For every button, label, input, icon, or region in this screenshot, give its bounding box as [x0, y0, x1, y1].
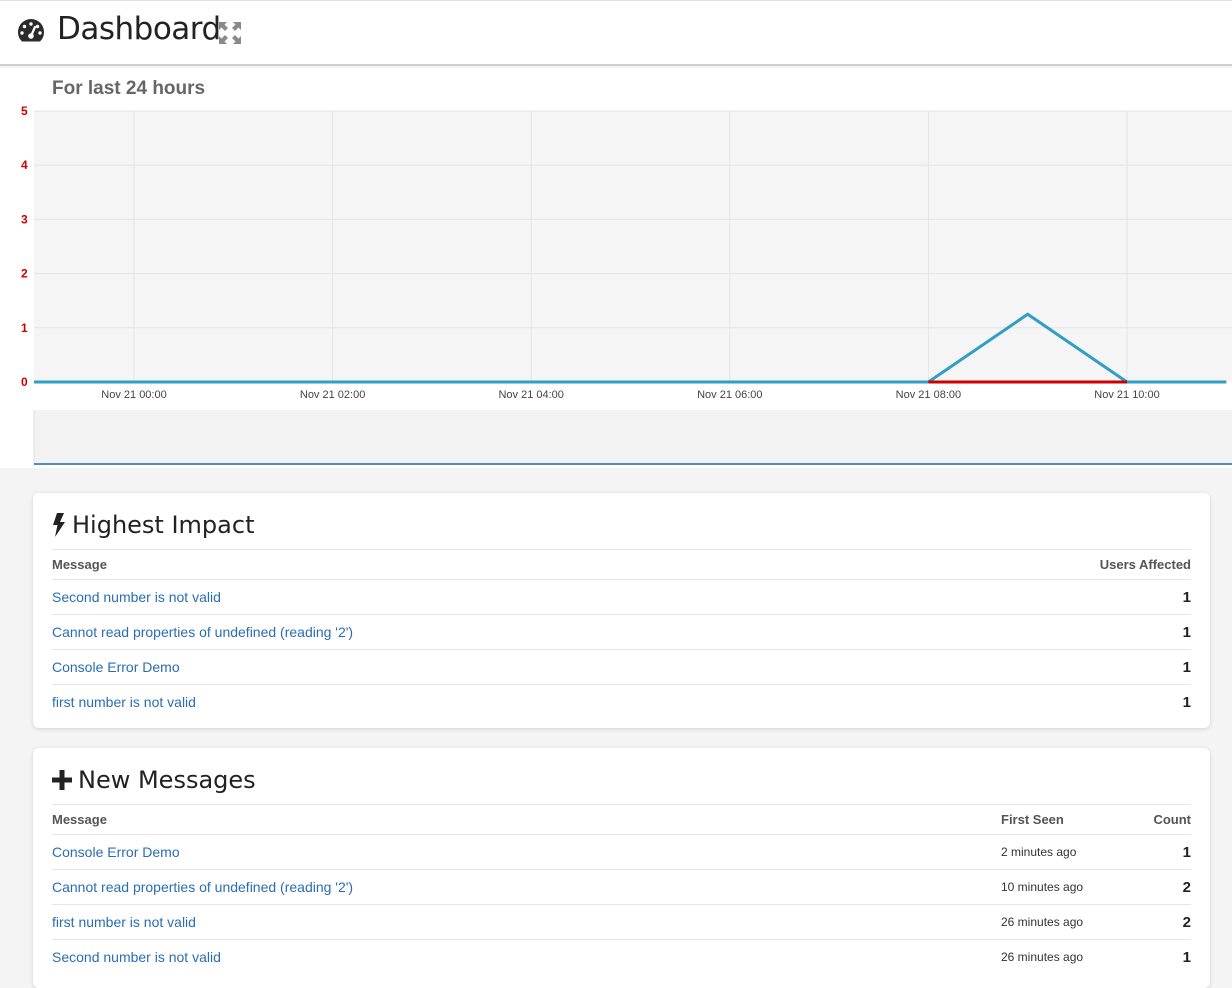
count-value: 2 [1131, 904, 1191, 940]
page-title: Dashboard [57, 11, 221, 47]
navigator-area [34, 410, 1232, 464]
errors-chart[interactable]: 0 1 2 3 4 5 Nov 21 00:00 Nov 21 02:00 Nov 21 04:… [0, 68, 1232, 468]
page-header: Dashboard [0, 0, 1232, 66]
message-link[interactable]: Second number is not valid [52, 589, 221, 605]
highest-impact-title-text: Highest Impact [72, 511, 255, 539]
count-value: 1 [1131, 834, 1191, 870]
x-tick-label: Nov 21 04:00 [498, 389, 563, 401]
table-row: Cannot read properties of undefined (rea… [52, 614, 1191, 650]
new-messages-title: New Messages [52, 748, 1191, 805]
table-row: Console Error Demo 1 [52, 649, 1191, 685]
message-link[interactable]: Second number is not valid [52, 949, 221, 965]
plus-icon [52, 770, 72, 790]
y-tick-label: 5 [21, 104, 28, 118]
expand-arrows-icon[interactable] [217, 20, 243, 46]
plot-area [34, 111, 1232, 382]
table-row: Console Error Demo 2 minutes ago 1 [52, 834, 1191, 870]
count-value: 2 [1131, 869, 1191, 905]
users-affected-value: 1 [926, 649, 1191, 685]
first-seen-value: 10 minutes ago [1001, 869, 1131, 905]
first-seen-value: 2 minutes ago [1001, 834, 1131, 870]
y-tick-label: 1 [21, 321, 28, 335]
chart-heading: For last 24 hours [52, 78, 206, 99]
x-tick-label: Nov 21 02:00 [300, 389, 365, 401]
new-messages-title-text: New Messages [78, 766, 256, 794]
message-link[interactable]: Console Error Demo [52, 659, 180, 675]
x-tick-label: Nov 21 10:00 [1094, 389, 1159, 401]
message-link[interactable]: Cannot read properties of undefined (rea… [52, 624, 353, 640]
message-link[interactable]: Cannot read properties of undefined (rea… [52, 879, 353, 895]
new-messages-card: New Messages Message First Seen Count Co… [33, 748, 1210, 988]
users-affected-value: 1 [926, 579, 1191, 615]
users-affected-value: 1 [1182, 693, 1191, 711]
x-tick-label: Nov 21 08:00 [896, 389, 961, 401]
count-value: 1 [1182, 948, 1191, 966]
message-link[interactable]: first number is not valid [52, 914, 196, 930]
dashboard-gauge-icon [18, 19, 44, 42]
highest-impact-table: Message Users Affected Second number is … [52, 550, 1191, 719]
y-tick-label: 4 [21, 158, 28, 172]
chart-panel: 0 1 2 3 4 5 Nov 21 00:00 Nov 21 02:00 Nov 21 04:… [0, 68, 1232, 468]
new-messages-table: Message First Seen Count Console Error D… [52, 805, 1191, 974]
table-row: first number is not valid 26 minutes ago 2 [52, 904, 1191, 940]
table-row: Second number is not valid 1 [52, 579, 1191, 615]
users-affected-value: 1 [926, 614, 1191, 650]
x-tick-label: Nov 21 00:00 [101, 389, 166, 401]
y-tick-label: 3 [21, 212, 28, 226]
y-tick-label: 2 [21, 267, 28, 281]
highest-impact-card: Highest Impact Message Users Affected Se… [33, 493, 1210, 728]
first-seen-value: 26 minutes ago [1001, 904, 1131, 940]
x-tick-label: Nov 21 06:00 [697, 389, 762, 401]
col-first-seen[interactable]: First Seen [1001, 805, 1131, 835]
message-link[interactable]: Console Error Demo [52, 844, 180, 860]
message-link[interactable]: first number is not valid [52, 694, 196, 710]
y-tick-label: 0 [21, 375, 28, 389]
col-count[interactable]: Count [1131, 805, 1191, 835]
table-row: first number is not valid 1 [52, 685, 1191, 720]
highest-impact-title: Highest Impact [52, 493, 1191, 550]
col-users-affected[interactable]: Users Affected [926, 550, 1191, 580]
first-seen-value: 26 minutes ago [1001, 950, 1084, 964]
bolt-icon [53, 513, 65, 537]
table-row: Cannot read properties of undefined (rea… [52, 869, 1191, 905]
table-row: Second number is not valid 26 minutes ago… [52, 940, 1191, 975]
